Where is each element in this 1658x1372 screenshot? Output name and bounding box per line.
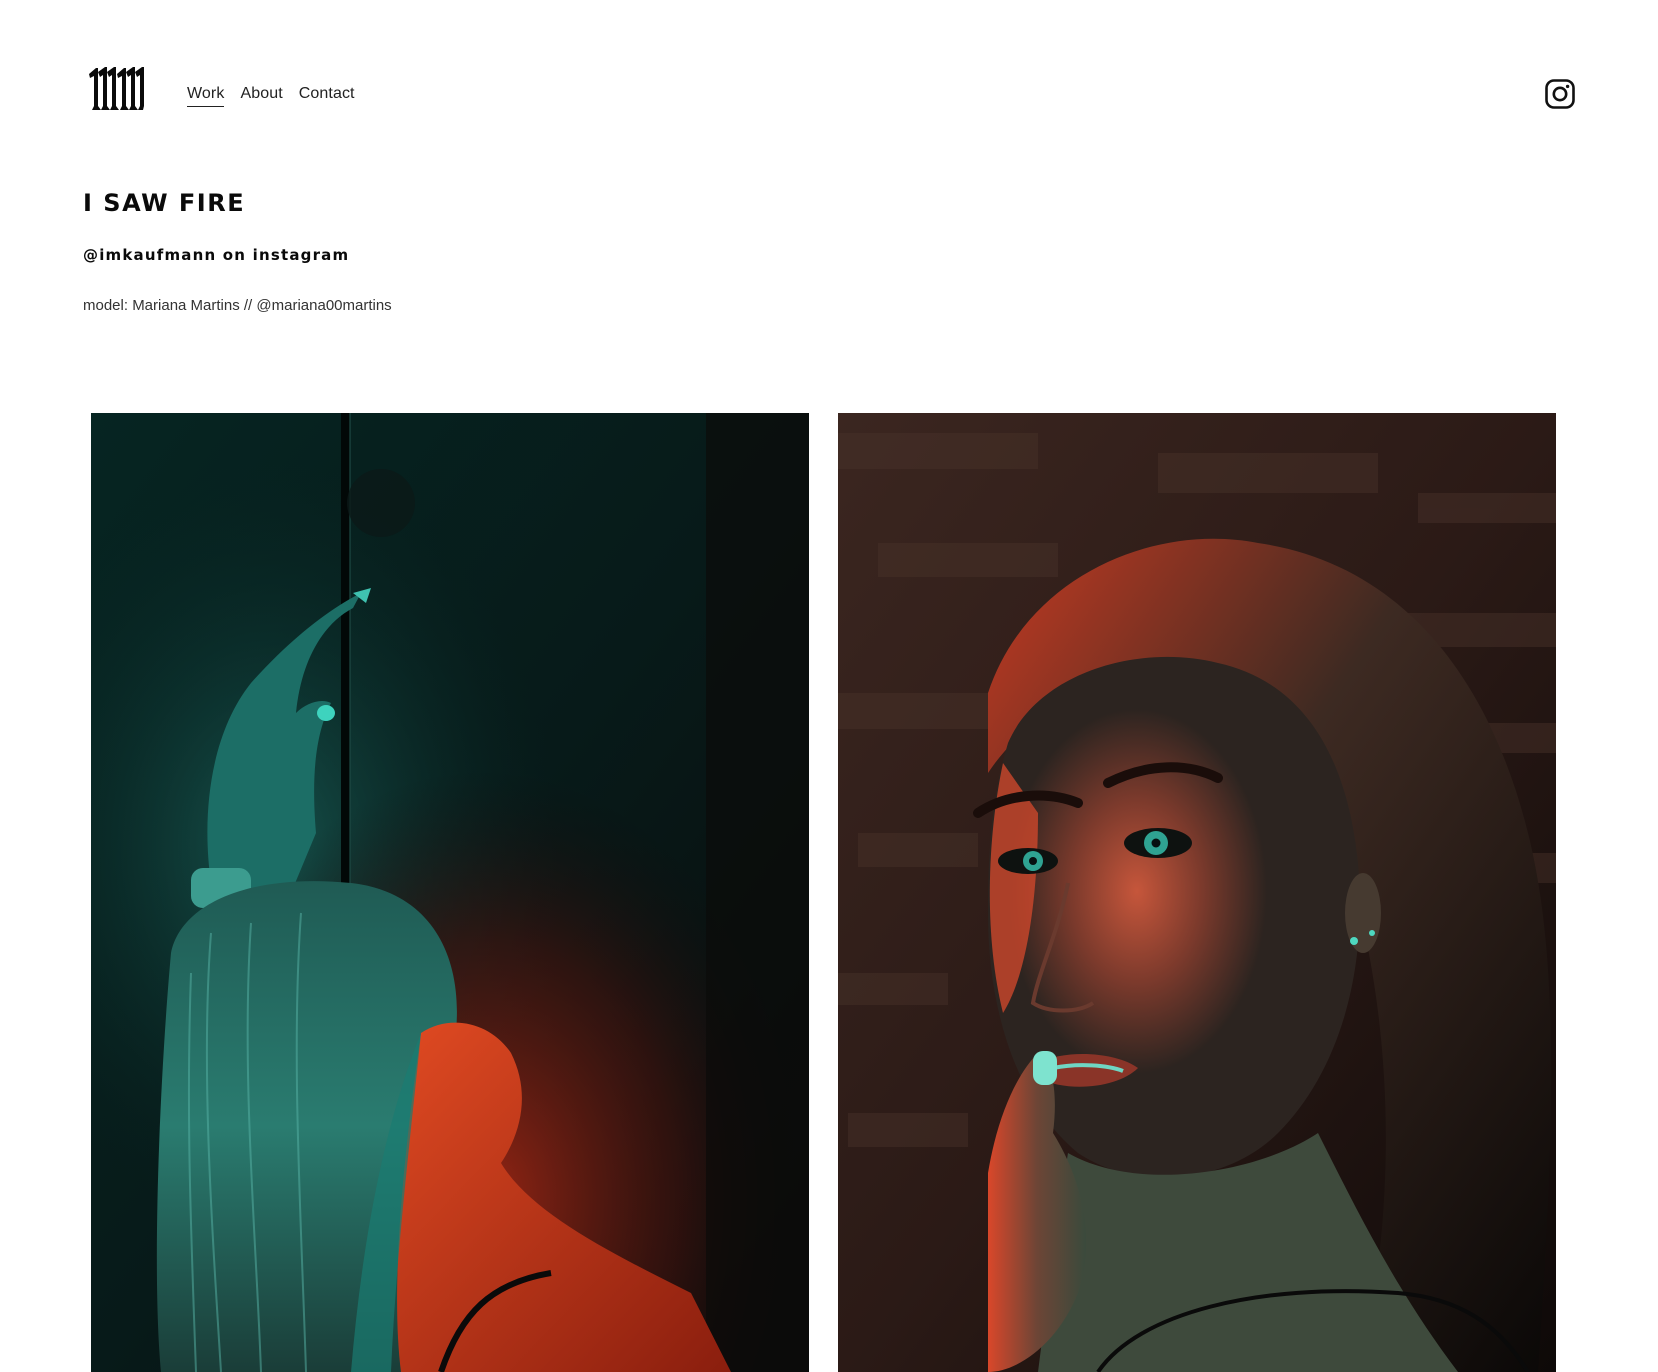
page-title: I SAW FIRE: [83, 189, 246, 217]
nav-contact-link[interactable]: Contact: [299, 84, 355, 107]
instagram-icon[interactable]: [1544, 78, 1576, 110]
photo-gallery: [91, 413, 1556, 1372]
logo-icon[interactable]: [88, 66, 144, 112]
photo-1-image: [91, 413, 809, 1372]
gallery-photo-2[interactable]: [838, 413, 1556, 1372]
model-credit: model: Mariana Martins // @mariana00mart…: [83, 297, 392, 314]
nav-work-link[interactable]: Work: [187, 84, 225, 107]
instagram-handle: @imkaufmann on instagram: [83, 246, 350, 264]
gallery-photo-1[interactable]: [91, 413, 809, 1372]
photo-2-image: [838, 413, 1556, 1372]
nav-about-link[interactable]: About: [240, 84, 282, 107]
main-nav: Work About Contact: [187, 84, 355, 107]
site-header: Work About Contact: [0, 0, 1658, 160]
